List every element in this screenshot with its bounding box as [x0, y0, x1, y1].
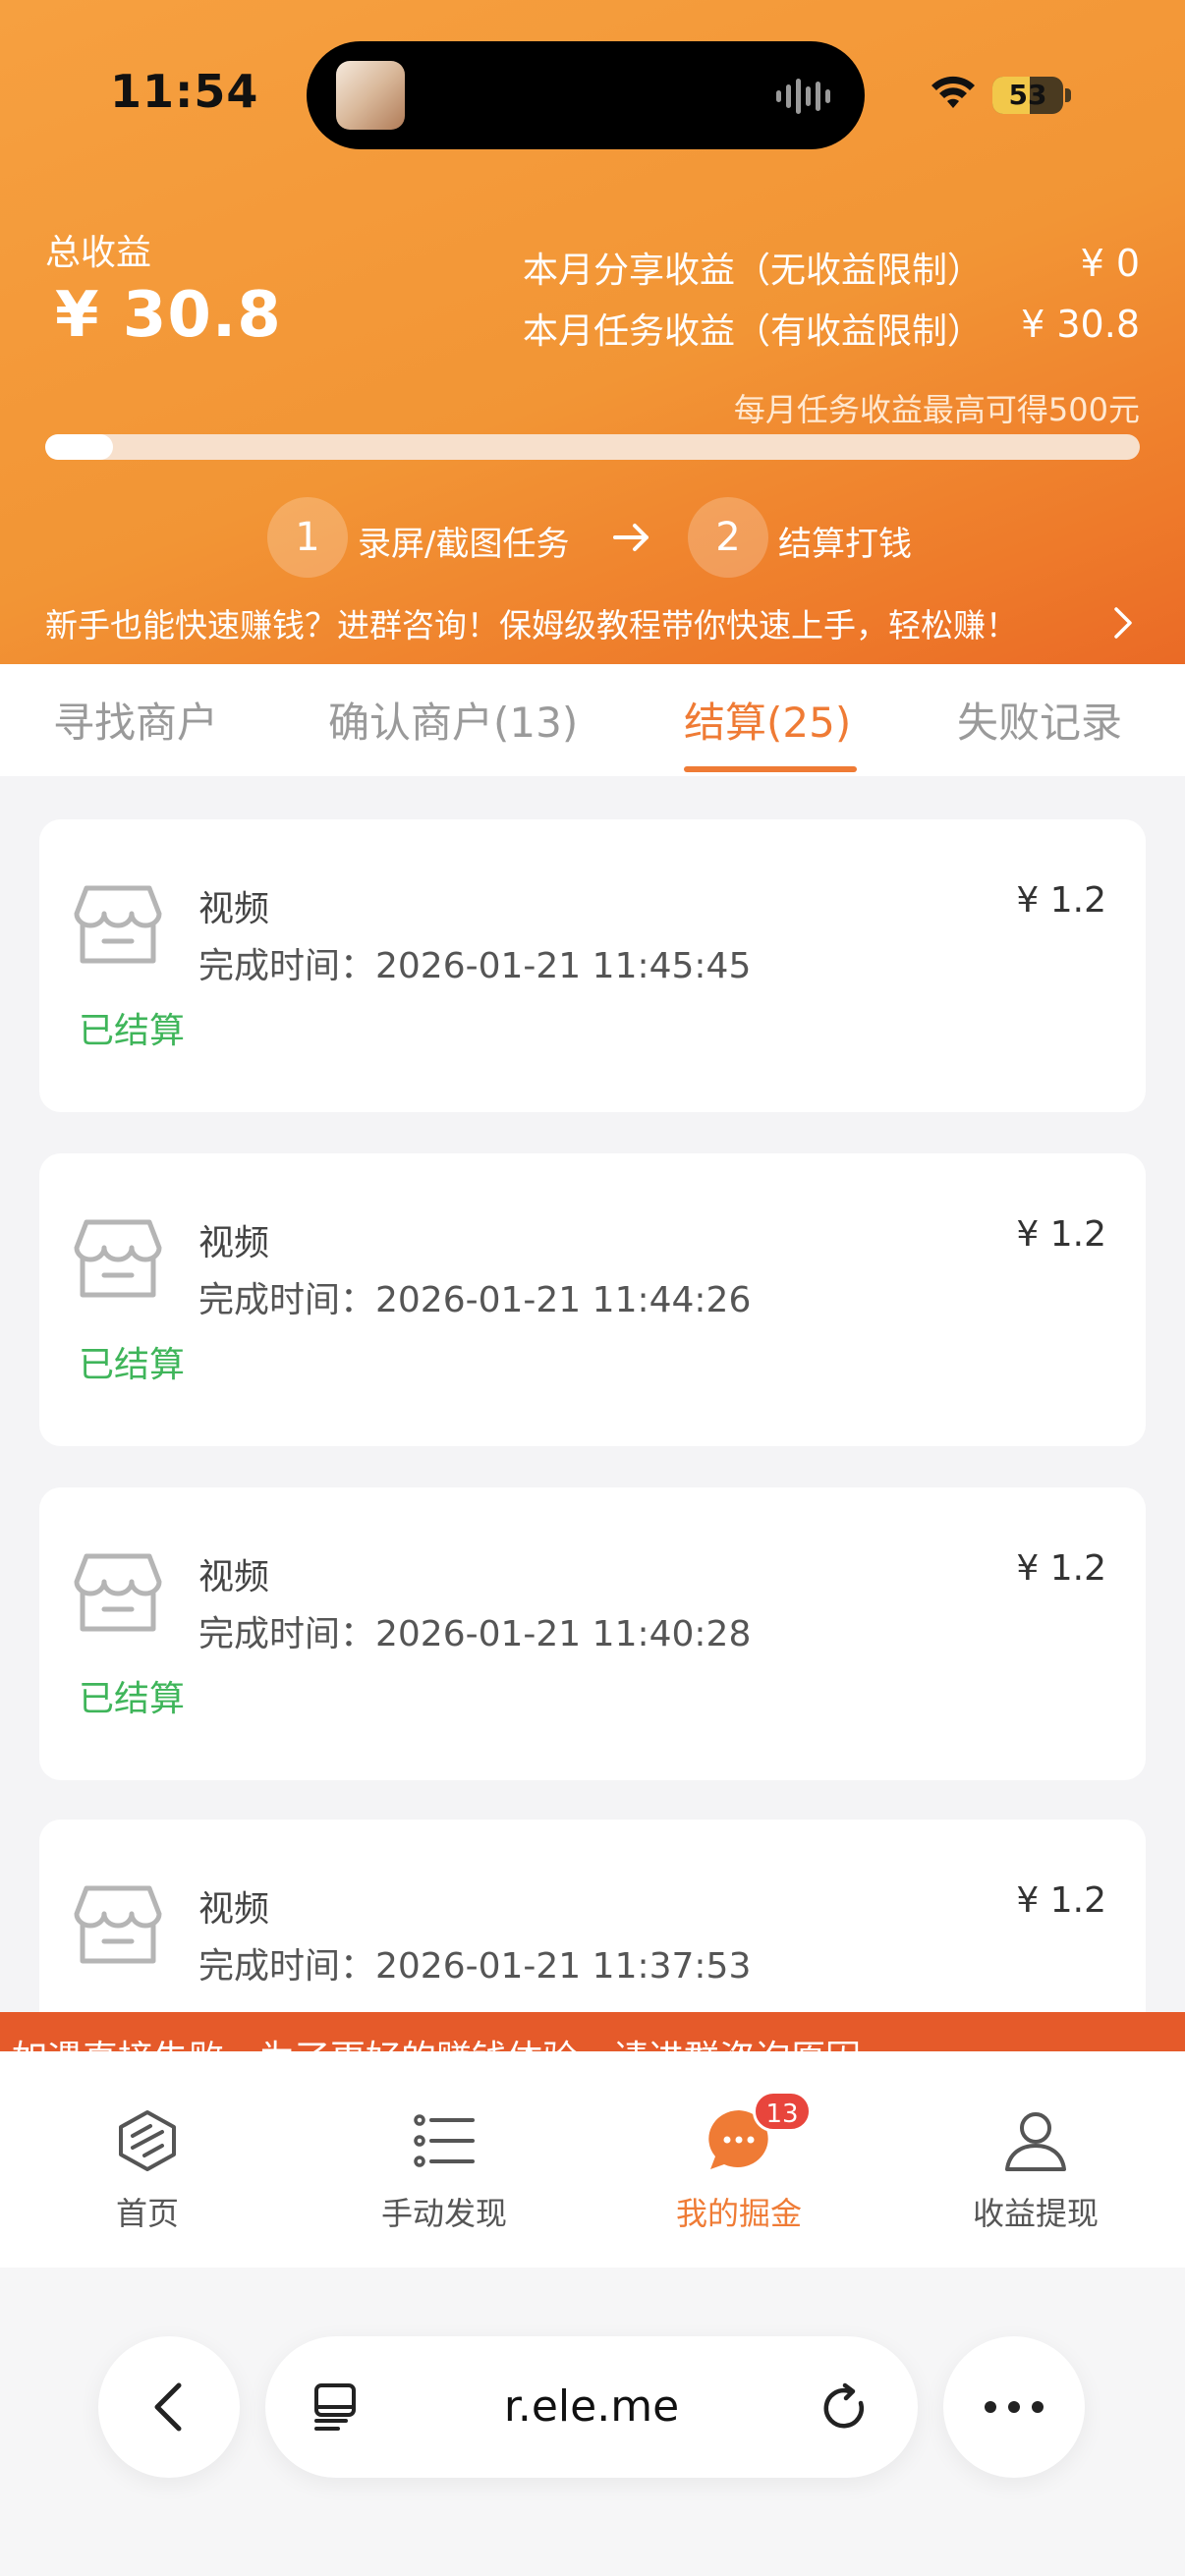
shop-icon: [74, 885, 162, 964]
nav-home[interactable]: 首页: [49, 2106, 246, 2234]
battery-icon: 53: [992, 77, 1071, 114]
status-time: 11:54: [110, 65, 259, 118]
audio-waveform-icon: [776, 77, 837, 116]
cube-icon: [119, 2110, 176, 2171]
chevron-left-icon: [154, 2382, 182, 2432]
record-title: 视频: [198, 1889, 270, 1930]
step-1-label: 录屏/截图任务: [358, 525, 570, 564]
tab-confirm-merchants[interactable]: 确认商户(13): [328, 690, 578, 750]
record-amount: ¥ 1.2: [1016, 1548, 1106, 1589]
browser-toolbar: r.ele.me: [0, 2268, 1185, 2576]
wifi-icon: [931, 76, 975, 108]
shop-icon: [74, 1553, 162, 1632]
shop-icon: [74, 1219, 162, 1298]
reload-icon[interactable]: [819, 2381, 873, 2435]
address-bar[interactable]: r.ele.me: [265, 2336, 918, 2478]
record-card[interactable]: 视频 完成时间：2026-01-21 11:45:45 ¥ 1.2 已结算: [39, 819, 1146, 1112]
record-time: 完成时间：2026-01-21 11:40:28: [198, 1614, 752, 1654]
nav-manual-discover[interactable]: 手动发现: [346, 2106, 542, 2234]
record-card[interactable]: 视频 完成时间：2026-01-21 11:44:26 ¥ 1.2 已结算: [39, 1153, 1146, 1446]
nav-manual-discover-label: 手动发现: [380, 2195, 507, 2232]
share-earnings-value: ¥ 0: [1080, 242, 1140, 285]
record-status: 已结算: [79, 1679, 186, 1719]
nav-my-earnings[interactable]: 13 我的掘金: [641, 2091, 837, 2234]
tab-settlement[interactable]: 结算(25): [684, 690, 851, 750]
record-time: 完成时间：2026-01-21 11:45:45: [198, 946, 752, 986]
back-button[interactable]: [98, 2336, 240, 2478]
earnings-progress-bar: [45, 434, 1140, 460]
record-card[interactable]: 视频 完成时间：2026-01-21 11:40:28 ¥ 1.2 已结算: [39, 1487, 1146, 1780]
record-title: 视频: [198, 889, 270, 929]
record-status: 已结算: [79, 1011, 186, 1051]
more-options-button[interactable]: [943, 2336, 1085, 2478]
record-time: 完成时间：2026-01-21 11:37:53: [198, 1946, 752, 1987]
earnings-header: 11:54 53 总收益 ¥ 30.8 本月分享收益（无收益限制） ¥ 0 本月…: [0, 0, 1185, 664]
arrow-right-icon: [613, 524, 649, 551]
record-amount: ¥ 1.2: [1016, 880, 1106, 921]
active-tab-indicator: [684, 766, 857, 772]
task-earnings-label: 本月任务收益（有收益限制）: [523, 311, 984, 352]
nav-withdraw[interactable]: 收益提现: [937, 2106, 1134, 2234]
record-time: 完成时间：2026-01-21 11:44:26: [198, 1280, 752, 1320]
process-steps: 1 录屏/截图任务 2 结算打钱: [0, 497, 1185, 578]
join-group-notice[interactable]: 新手也能快速赚钱？进群咨询！保姆级教程带你快速上手，轻松赚！: [45, 599, 1018, 646]
record-tabs: 寻找商户 确认商户(13) 结算(25) 失败记录: [0, 664, 1185, 776]
nav-my-earnings-label: 我的掘金: [675, 2195, 802, 2232]
record-status: 已结算: [79, 1345, 186, 1385]
monthly-cap-note: 每月任务收益最高可得500元: [733, 391, 1140, 428]
step-2-number: 2: [688, 497, 768, 578]
more-dots-icon: [985, 2401, 1044, 2413]
dynamic-island[interactable]: [307, 41, 865, 149]
record-title: 视频: [198, 1223, 270, 1263]
total-earnings-value: ¥ 30.8: [55, 279, 282, 352]
share-earnings-label: 本月分享收益（无收益限制）: [523, 251, 984, 291]
list-icon: [414, 2114, 475, 2167]
now-playing-artwork: [336, 61, 405, 130]
tab-find-merchants[interactable]: 寻找商户: [53, 690, 218, 750]
battery-percent: 53: [1008, 79, 1047, 111]
step-1-number: 1: [267, 497, 348, 578]
task-earnings-value: ¥ 30.8: [1021, 303, 1140, 346]
nav-withdraw-label: 收益提现: [972, 2195, 1099, 2232]
person-icon: [1005, 2112, 1066, 2171]
record-title: 视频: [198, 1557, 270, 1597]
nav-home-label: 首页: [115, 2195, 179, 2232]
notification-badge: 13: [753, 2091, 812, 2132]
record-amount: ¥ 1.2: [1016, 1880, 1106, 1921]
bottom-tab-bar: 首页 手动发现 13 我的掘金 收益提现: [0, 2051, 1185, 2268]
shop-icon: [74, 1885, 162, 1964]
step-2-label: 结算打钱: [778, 525, 912, 564]
record-amount: ¥ 1.2: [1016, 1214, 1106, 1255]
total-earnings-label: 总收益: [45, 233, 152, 273]
earnings-progress-fill: [45, 434, 113, 460]
tab-failed-records[interactable]: 失败记录: [957, 690, 1122, 750]
chevron-right-icon[interactable]: [1108, 603, 1138, 643]
failure-help-banner[interactable]: 如遇直接失败，为了更好的赚钱体验，请进群咨询原因: [0, 2012, 1185, 2055]
